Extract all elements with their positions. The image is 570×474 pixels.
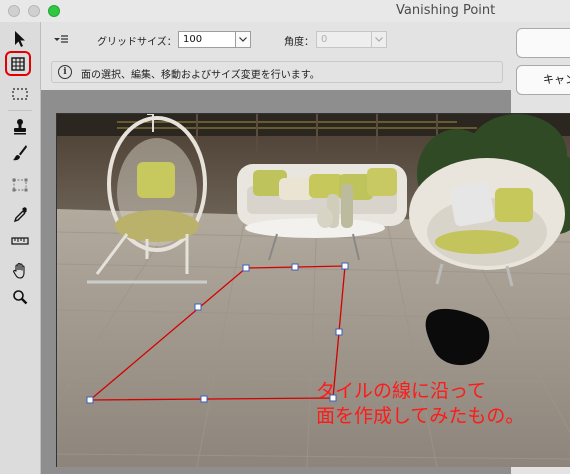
eyedropper-icon <box>13 207 27 223</box>
grid-size-label: グリッドサイズ： <box>97 37 177 48</box>
eyedropper-tool[interactable] <box>9 204 31 226</box>
ok-button[interactable] <box>516 28 570 58</box>
title-bar: Vanishing Point <box>0 0 570 23</box>
create-plane-tool[interactable] <box>5 51 31 76</box>
hint-text: 面の選択、編集、移動およびサイズ変更を行います。 <box>81 70 320 81</box>
brush-icon <box>13 145 27 161</box>
plane-handle[interactable] <box>291 263 299 271</box>
annotation-line-1: タイルの線に沿って <box>316 380 487 402</box>
angle-dropdown[interactable] <box>371 31 387 48</box>
stamp-icon <box>14 119 26 135</box>
tool-separator <box>8 110 32 111</box>
chevron-down-icon <box>239 37 247 42</box>
info-icon: i <box>58 65 72 79</box>
chevron-down-icon <box>375 37 383 42</box>
window-title: Vanishing Point <box>396 3 496 18</box>
panel-menu-icon[interactable] <box>53 34 69 44</box>
hand-tool[interactable] <box>9 260 31 282</box>
angle-field[interactable]: 0 <box>316 31 372 48</box>
grid-size-dropdown[interactable] <box>235 31 251 48</box>
annotation-line-2: 面を作成してみたもの。 <box>316 405 525 427</box>
transform-icon <box>12 178 28 192</box>
transform-tool[interactable] <box>9 174 31 196</box>
measure-tool[interactable] <box>9 230 31 252</box>
plane-handle[interactable] <box>200 395 208 403</box>
grid-plane-icon <box>11 56 25 71</box>
cancel-button[interactable]: キャンセル <box>516 65 570 95</box>
hand-icon <box>13 262 25 279</box>
angle-label: 角度： <box>284 37 314 48</box>
plane-handle[interactable] <box>194 303 202 311</box>
zoom-window-button[interactable] <box>48 5 60 17</box>
brush-tool[interactable] <box>9 142 31 164</box>
ruler-icon <box>11 237 29 245</box>
plane-handle[interactable] <box>242 264 250 272</box>
options-bar: グリッドサイズ： 100 角度： 0 i 面の選択、編集、移動およびサイズ変更を… <box>41 22 511 90</box>
dashed-rect-icon <box>12 88 28 100</box>
marquee-tool[interactable] <box>9 83 31 105</box>
plane-handle[interactable] <box>335 328 343 336</box>
magnifier-icon <box>13 290 28 305</box>
plane-handle[interactable] <box>86 396 94 404</box>
edit-plane-tool[interactable] <box>9 28 31 50</box>
arrow-pointer-icon <box>15 31 25 47</box>
grid-size-field[interactable]: 100 <box>178 31 236 48</box>
hint-bar: i 面の選択、編集、移動およびサイズ変更を行います。 <box>51 61 503 83</box>
tool-palette <box>0 22 41 474</box>
zoom-tool[interactable] <box>9 286 31 308</box>
close-window-button[interactable] <box>8 5 20 17</box>
stamp-tool[interactable] <box>9 116 31 138</box>
plane-handle[interactable] <box>341 262 349 270</box>
minimize-window-button[interactable] <box>28 5 40 17</box>
